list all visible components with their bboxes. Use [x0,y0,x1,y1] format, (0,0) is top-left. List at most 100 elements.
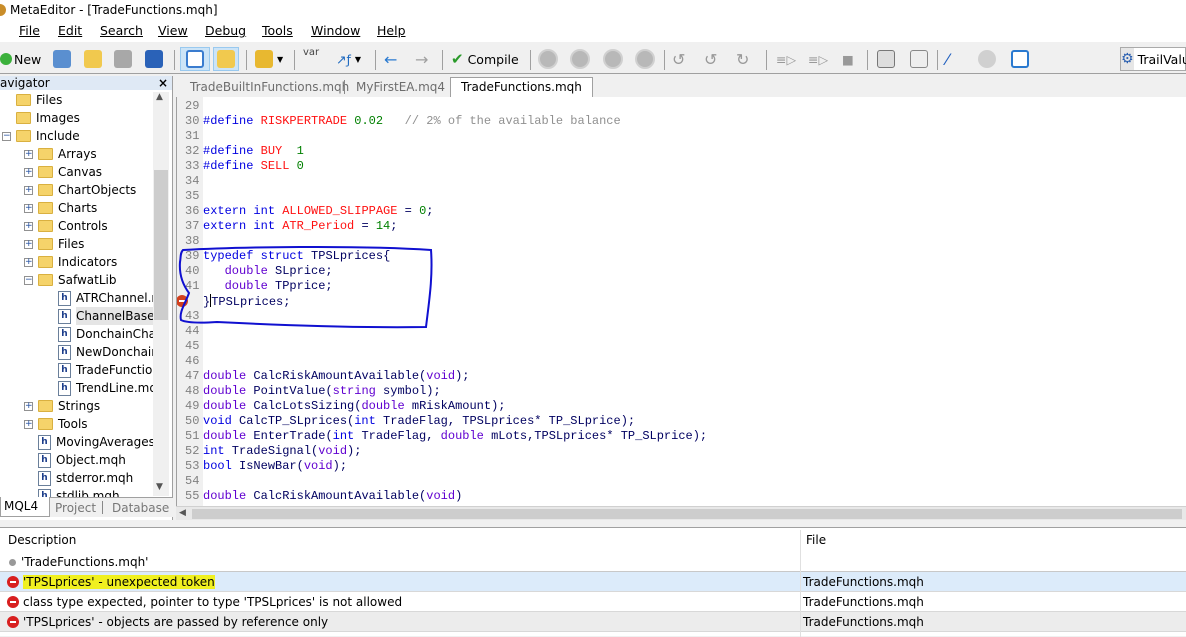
expand-icon[interactable]: + [24,401,33,411]
tab-myfirstea[interactable]: MyFirstEA.mq4 [346,78,455,97]
scroll-left-icon[interactable]: ◀ [179,508,186,518]
navigator-item[interactable]: − Include [2,127,80,145]
step-over-icon: ↺ [704,49,718,69]
dropdown-arrow-icon: ▼ [277,54,284,64]
compile-button[interactable]: ✔ Compile [451,47,519,71]
expand-icon[interactable]: + [24,203,33,213]
navigator-item[interactable]: h ATRChannel.m [58,289,163,307]
navigator-item[interactable]: + Controls [24,217,108,235]
navigator-item[interactable]: + Indicators [24,253,117,271]
open-button[interactable] [84,47,102,71]
navigator-item[interactable]: − SafwatLib [24,271,117,289]
scrollbar-thumb[interactable] [154,170,168,320]
menu-debug[interactable]: Debug [205,23,246,38]
navigator-item[interactable]: h NewDonchain [58,343,159,361]
navigator-item[interactable]: h Object.mqh [38,451,126,469]
styler-button[interactable]: ⁄ [946,47,949,71]
column-description[interactable]: Description [8,533,76,547]
column-file[interactable]: File [806,530,826,550]
tab-tradefunctions[interactable]: TradeFunctions.mqh [450,77,593,97]
reference-button[interactable]: ▼ [255,47,283,71]
tab-mql4[interactable]: MQL4 [0,497,50,517]
debug-real-button[interactable] [538,47,558,71]
collapse-icon[interactable]: − [24,275,33,285]
navigator-item[interactable]: h TradeFunction [58,361,160,379]
navigator-item[interactable]: + Files [24,235,84,253]
app-icon [0,4,6,16]
expand-icon[interactable]: + [24,239,33,249]
copy-button[interactable] [877,47,895,71]
toolbox-toggle[interactable] [213,47,239,71]
code-token: double [203,429,247,443]
expand-icon[interactable]: + [24,221,33,231]
insert-function-button[interactable]: ↗ƒ ▼ [336,47,361,71]
separator [102,501,103,514]
new-button[interactable]: New [0,47,41,71]
code-editor[interactable]: 29 30 #define RISKPERTRADE 0.02 // 2% of t… [176,97,1186,506]
expand-icon[interactable]: + [24,185,33,195]
step-over-button[interactable]: ↺ [704,47,717,71]
back-button[interactable]: ← [384,47,397,71]
close-icon[interactable]: × [158,76,168,90]
tab-project[interactable]: Project [55,499,96,517]
debug-history-button[interactable] [570,47,590,71]
terminal-button[interactable] [1011,47,1029,71]
error-row[interactable]: 'TPSLprices' - objects are passed by ref… [0,612,1186,632]
stop-profiling-button[interactable]: ■ [842,47,854,71]
scrollbar-thumb[interactable] [192,509,1182,519]
navigator-item[interactable]: + Charts [24,199,97,217]
menu-tools[interactable]: Tools [262,23,293,38]
navigator-scrollbar[interactable]: ▲ ▼ [153,92,169,496]
error-group-row[interactable]: 'TradeFunctions.mqh' [0,552,1186,572]
folder-open-icon [16,130,31,142]
navigator-item[interactable]: h ChannelBase. [58,307,159,325]
protect-button[interactable] [978,47,996,71]
menu-search[interactable]: Search [100,23,143,38]
navigator-item[interactable]: + Tools [24,415,88,433]
expand-icon[interactable]: + [24,257,33,267]
line-number: 48 [185,384,200,398]
menu-file[interactable]: File [19,23,40,38]
navigator-item[interactable]: h MovingAverages. [38,433,159,451]
navigator-item[interactable]: Files [16,91,62,109]
tab-tradebuiltinfunctions[interactable]: TradeBuiltInFunctions.mqh [180,78,359,97]
error-row[interactable]: class type expected, pointer to type 'TP… [0,592,1186,612]
navigator-item[interactable]: Images [16,109,80,127]
navigator-item[interactable]: + Canvas [24,163,102,181]
start-profiling-button[interactable]: ≡▷ [776,47,796,71]
navigator-item[interactable]: + Strings [24,397,100,415]
scroll-up-icon[interactable]: ▲ [156,92,163,102]
horizontal-scrollbar[interactable]: ◀ [176,506,1186,520]
stop-button[interactable] [635,47,655,71]
navigator-item[interactable]: h TrendLine.mq [58,379,157,397]
menu-window[interactable]: Window [311,23,360,38]
menu-help[interactable]: Help [377,23,406,38]
navigator-toggle[interactable] [180,47,210,71]
insert-variable-button[interactable]: var [303,47,319,71]
navigator-item[interactable]: h DonchainCha [58,325,156,343]
expand-icon[interactable]: + [24,419,33,429]
tab-database[interactable]: Database [112,499,169,517]
navigator-item[interactable]: + Arrays [24,145,97,163]
forward-button[interactable]: → [415,47,428,71]
scroll-down-icon[interactable]: ▼ [156,482,163,492]
navigator-item[interactable]: h stderror.mqh [38,469,133,487]
expand-icon[interactable]: + [24,167,33,177]
new-project-button[interactable] [53,47,71,71]
pause-button[interactable] [603,47,623,71]
error-row[interactable]: 'TPSLprices' - unexpected token TradeFun… [0,572,1186,592]
step-into-button[interactable]: ↺ [672,47,685,71]
menu-edit[interactable]: Edit [58,23,82,38]
step-out-button[interactable]: ↻ [736,47,749,71]
symbol-search-input[interactable]: ⚙ TrailValu [1120,47,1186,71]
expand-icon[interactable]: + [24,149,33,159]
profile-history-button[interactable]: ≡▷ [808,47,828,71]
line-number: 53 [185,459,200,473]
menu-view[interactable]: View [158,23,188,38]
code-token: EnterTrade [246,429,326,443]
save-all-button[interactable] [145,47,163,71]
find-in-files-button[interactable] [910,47,928,71]
save-button[interactable] [114,47,132,71]
collapse-icon[interactable]: − [2,131,11,141]
navigator-item[interactable]: + ChartObjects [24,181,136,199]
